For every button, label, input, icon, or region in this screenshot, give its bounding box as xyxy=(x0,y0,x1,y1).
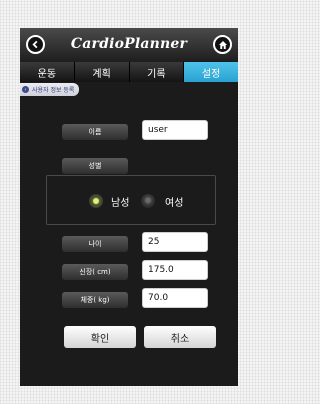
radio-female[interactable] xyxy=(141,194,155,208)
home-icon xyxy=(218,40,227,49)
weight-input[interactable]: 70.0 xyxy=(142,288,208,308)
weight-label: 체중( kg) xyxy=(62,292,128,308)
radio-male[interactable] xyxy=(89,194,103,208)
height-input[interactable]: 175.0 xyxy=(142,260,208,280)
confirm-button[interactable]: 확인 xyxy=(64,326,136,348)
tab-bar: 운동 계획 기록 설정 xyxy=(20,62,238,82)
breadcrumb-label: 사용자 정보 등록 xyxy=(32,87,75,94)
tab-exercise[interactable]: 운동 xyxy=(20,62,75,82)
age-input[interactable]: 25 xyxy=(142,232,208,252)
age-label: 나이 xyxy=(62,236,128,252)
tab-plan[interactable]: 계획 xyxy=(74,62,130,82)
gender-label: 성별 xyxy=(62,158,128,174)
name-label: 이름 xyxy=(62,124,128,140)
height-label: 신장( cm) xyxy=(62,264,128,280)
bullet-icon: › xyxy=(22,86,29,93)
female-label: 여성 xyxy=(165,198,184,209)
app-header: CardioPlanner xyxy=(20,28,238,62)
home-button[interactable] xyxy=(213,35,232,54)
gender-group: 남성 여성 xyxy=(46,175,216,225)
tab-record[interactable]: 기록 xyxy=(129,62,185,82)
name-input[interactable]: user xyxy=(142,120,208,140)
breadcrumb: › 사용자 정보 등록 xyxy=(20,83,80,96)
app-logo: CardioPlanner xyxy=(70,36,188,52)
tab-settings[interactable]: 설정 xyxy=(184,62,238,82)
male-label: 남성 xyxy=(111,198,130,209)
cancel-button[interactable]: 취소 xyxy=(144,326,216,348)
